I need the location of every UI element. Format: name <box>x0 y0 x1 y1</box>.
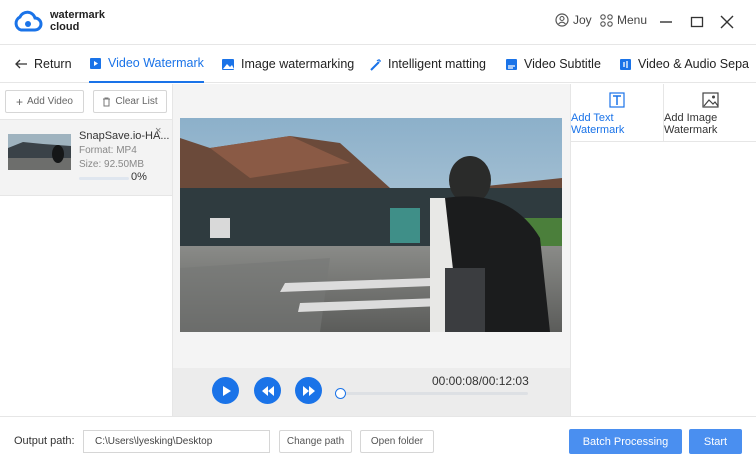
arrow-left-icon <box>15 59 27 69</box>
image-icon <box>222 58 234 70</box>
remove-file-icon[interactable]: × <box>155 125 161 137</box>
file-size: Size: 92.50MB <box>79 159 145 170</box>
add-text-watermark-button[interactable]: Add Text Watermark <box>571 84 664 142</box>
user-icon <box>555 13 569 27</box>
output-path-label: Output path: <box>14 435 75 447</box>
magic-wand-icon <box>370 58 381 71</box>
video-watermark-icon <box>90 57 101 69</box>
add-text-watermark-line1: Add Text <box>571 112 614 124</box>
title-bar: watermark cloud Joy Menu <box>0 0 756 44</box>
play-button[interactable] <box>212 377 239 404</box>
tab-label: Video & Audio Sepa <box>638 57 749 71</box>
close-icon <box>720 15 734 29</box>
user-account[interactable]: Joy <box>555 13 592 27</box>
bottom-bar: Output path: C:\Users\lyesking\Desktop C… <box>0 416 756 466</box>
clear-list-button[interactable]: Clear List <box>93 90 167 113</box>
seek-bar[interactable] <box>338 392 528 395</box>
maximize-icon <box>690 16 704 28</box>
fast-forward-icon <box>302 385 315 396</box>
add-image-watermark-line1: Add Image <box>664 112 718 124</box>
file-list-panel: + Add Video Clear List SnapSave.io-HA...… <box>0 84 173 416</box>
user-name: Joy <box>573 13 592 27</box>
return-button[interactable]: Return <box>15 45 72 83</box>
return-label: Return <box>34 57 72 71</box>
start-button[interactable]: Start <box>689 429 742 454</box>
tab-label: Intelligent matting <box>388 57 486 71</box>
add-text-watermark-line2: Watermark <box>571 124 625 136</box>
image-icon <box>702 92 719 108</box>
main-nav: Return Video Watermark Image watermarkin… <box>0 44 756 83</box>
output-path-field[interactable]: C:\Users\lyesking\Desktop <box>83 430 270 453</box>
tab-video-audio-separation[interactable]: Video & Audio Sepa <box>619 45 749 83</box>
player-controls: 00:00:08/00:12:03 <box>173 368 570 416</box>
close-window-button[interactable] <box>716 11 738 33</box>
audio-separation-icon <box>620 58 631 70</box>
file-item[interactable]: SnapSave.io-HA... × Format: MP4 Size: 92… <box>0 119 172 196</box>
plus-icon: + <box>16 94 24 109</box>
rewind-icon <box>261 385 274 396</box>
app-name-line2: cloud <box>50 21 80 33</box>
add-video-button[interactable]: + Add Video <box>5 90 84 113</box>
change-path-button[interactable]: Change path <box>279 430 352 453</box>
grid-menu-icon <box>600 13 613 27</box>
menu-label: Menu <box>617 13 648 27</box>
play-icon <box>222 385 231 396</box>
file-progress-text: 0% <box>131 171 147 183</box>
file-format: Format: MP4 <box>79 145 137 156</box>
preview-area: 00:00:08/00:12:03 <box>173 84 570 416</box>
minimize-button[interactable] <box>655 11 677 33</box>
watermark-panel: Add Text Watermark Add Image Watermark <box>570 84 756 416</box>
seek-handle[interactable] <box>335 388 347 399</box>
rewind-button[interactable] <box>254 377 281 404</box>
tab-video-subtitle[interactable]: Video Subtitle <box>505 45 601 83</box>
app-name-line1: watermark <box>50 9 106 21</box>
tab-intelligent-matting[interactable]: Intelligent matting <box>369 45 486 83</box>
app-name: watermark cloud <box>50 9 105 33</box>
minimize-icon <box>660 21 672 23</box>
subtitle-icon <box>506 58 517 70</box>
video-preview[interactable] <box>180 118 562 332</box>
tab-image-watermarking[interactable]: Image watermarking <box>221 45 354 83</box>
trash-icon <box>103 97 111 106</box>
add-image-watermark-button[interactable]: Add Image Watermark <box>664 84 756 142</box>
add-video-label: Add Video <box>27 96 73 107</box>
open-folder-button[interactable]: Open folder <box>360 430 434 453</box>
cloud-logo-icon <box>14 10 43 32</box>
maximize-button[interactable] <box>686 11 708 33</box>
clear-list-label: Clear List <box>115 96 158 107</box>
tab-label: Video Subtitle <box>524 57 601 71</box>
batch-processing-button[interactable]: Batch Processing <box>569 429 682 454</box>
tab-video-watermark[interactable]: Video Watermark <box>89 45 204 83</box>
fast-forward-button[interactable] <box>295 377 322 404</box>
tab-label: Image watermarking <box>241 57 355 71</box>
tab-label: Video Watermark <box>108 56 204 70</box>
menu-button[interactable]: Menu <box>600 13 647 27</box>
add-image-watermark-line2: Watermark <box>664 124 718 136</box>
time-display: 00:00:08/00:12:03 <box>432 374 529 388</box>
file-progress-bar <box>79 177 129 180</box>
video-thumbnail <box>8 134 71 170</box>
text-icon <box>609 92 625 108</box>
